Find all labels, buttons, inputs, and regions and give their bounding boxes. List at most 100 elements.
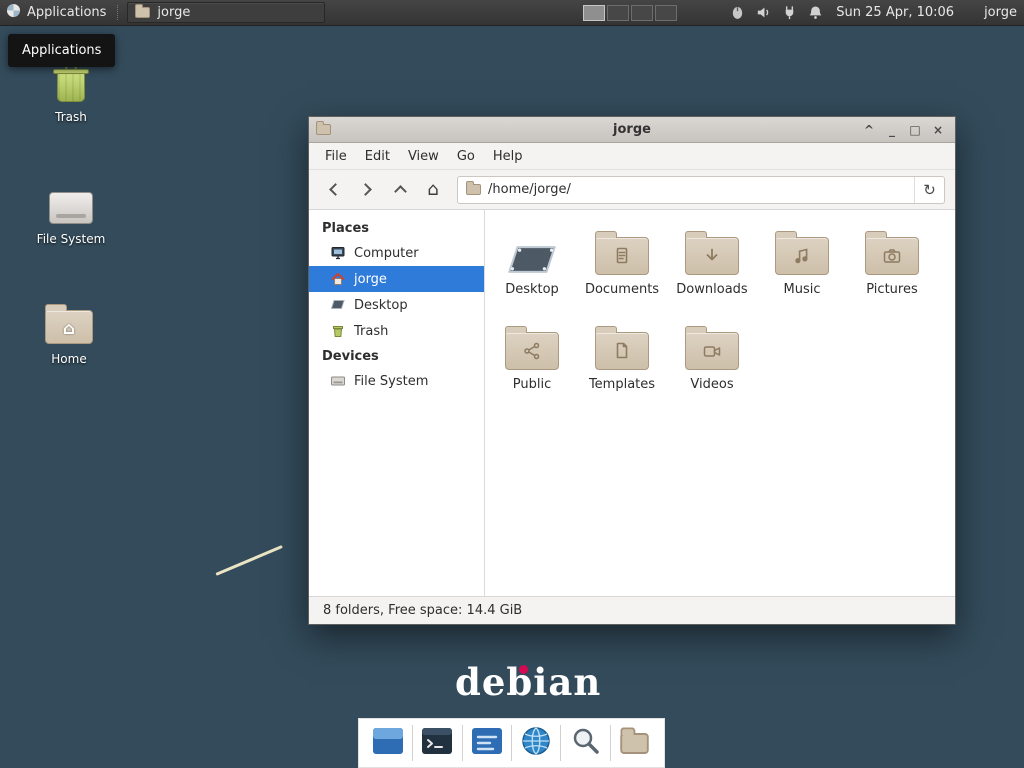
up-button[interactable] <box>385 176 415 204</box>
folder-item-videos[interactable]: Videos <box>667 315 757 410</box>
folder-item-music[interactable]: Music <box>757 220 847 315</box>
top-panel: Applications jorge <box>0 0 1024 26</box>
folder-label: Templates <box>589 377 655 392</box>
file-manager-window: jorge ^ _ □ × File Edit View Go Help ⌂ ↻ <box>308 116 956 625</box>
sidebar-item-jorge[interactable]: jorge <box>309 266 484 292</box>
dock-separator <box>412 725 413 761</box>
dock-item-terminal[interactable] <box>416 722 458 764</box>
folder-item-downloads[interactable]: Downloads <box>667 220 757 315</box>
desktop-icon-label: File System <box>28 232 114 246</box>
folder-label: Downloads <box>676 282 747 297</box>
sidebar-item-computer[interactable]: Computer <box>309 240 484 266</box>
hard-drive-icon <box>28 172 114 224</box>
dock-item-app-finder[interactable] <box>565 722 607 764</box>
sidebar-item-trash[interactable]: Trash <box>309 318 484 344</box>
places-header: Places <box>309 216 484 240</box>
desktop-icon-label: Home <box>26 352 112 366</box>
folder-icon <box>621 733 650 754</box>
maximize-button[interactable]: □ <box>905 121 925 139</box>
sidebar-item-desktop[interactable]: Desktop <box>309 292 484 318</box>
minimize-button[interactable]: _ <box>882 121 902 139</box>
workspace-switcher[interactable] <box>583 5 677 21</box>
desktop-icon-home[interactable]: ⌂ Home <box>26 292 112 366</box>
computer-icon <box>330 245 346 261</box>
debian-swirl-dot <box>519 665 528 674</box>
trash-icon <box>330 323 346 339</box>
hard-drive-icon <box>330 373 346 389</box>
cursor-trail <box>215 545 282 576</box>
folder-item-pictures[interactable]: Pictures <box>847 220 937 315</box>
folder-item-desktop[interactable]: Desktop <box>487 220 577 315</box>
public-folder-icon <box>505 332 559 370</box>
sidebar-item-file-system[interactable]: File System <box>309 368 484 394</box>
toolbar: ⌂ ↻ <box>309 170 955 210</box>
folder-label: Pictures <box>866 282 917 297</box>
sidebar-item-label: Desktop <box>354 298 408 313</box>
clock[interactable]: Sun 25 Apr, 10:06 <box>836 5 954 20</box>
close-button[interactable]: × <box>928 121 948 139</box>
applications-menu-button[interactable]: Applications <box>0 0 115 25</box>
workspace-4[interactable] <box>655 5 677 21</box>
workspace-1[interactable] <box>583 5 605 21</box>
forward-button[interactable] <box>352 176 382 204</box>
window-titlebar[interactable]: jorge ^ _ □ × <box>309 117 955 143</box>
panel-grip[interactable] <box>117 5 122 20</box>
folder-label: Documents <box>585 282 659 297</box>
sidebar-item-label: jorge <box>354 272 387 287</box>
applications-icon <box>6 3 21 22</box>
panel-right: Sun 25 Apr, 10:06 jorge <box>583 4 1024 21</box>
folder-label: Public <box>513 377 551 392</box>
menu-help[interactable]: Help <box>484 145 532 168</box>
taskbar-window-label: jorge <box>157 5 190 20</box>
notifications-bell-icon[interactable] <box>807 4 824 21</box>
user-menu[interactable]: jorge <box>984 5 1019 20</box>
desktop-icon-file-system[interactable]: File System <box>28 172 114 246</box>
dock-item-folder[interactable] <box>614 722 656 764</box>
dock-separator <box>610 725 611 761</box>
taskbar-window-button[interactable]: jorge <box>127 2 325 23</box>
folder-item-public[interactable]: Public <box>487 315 577 410</box>
dock-item-file-manager[interactable] <box>367 722 409 764</box>
menu-file[interactable]: File <box>316 145 356 168</box>
dock-separator <box>511 725 512 761</box>
dock-item-web-browser[interactable] <box>515 722 557 764</box>
file-manager-icon <box>370 723 406 763</box>
volume-icon[interactable] <box>755 4 772 21</box>
dock-item-cli-settings[interactable] <box>466 722 508 764</box>
music-folder-icon <box>775 237 829 275</box>
videos-folder-icon <box>685 332 739 370</box>
status-text: 8 folders, Free space: 14.4 GiB <box>323 603 522 618</box>
debian-logo: debian <box>455 660 601 704</box>
folder-item-templates[interactable]: Templates <box>577 315 667 410</box>
web-browser-icon <box>518 723 554 763</box>
applications-tooltip: Applications <box>8 34 115 67</box>
workspace-3[interactable] <box>631 5 653 21</box>
menu-go[interactable]: Go <box>448 145 484 168</box>
desktop-icon-label: Trash <box>28 110 114 124</box>
shade-button[interactable]: ^ <box>859 121 879 139</box>
folder-item-documents[interactable]: Documents <box>577 220 667 315</box>
power-plug-icon[interactable] <box>781 4 798 21</box>
menu-edit[interactable]: Edit <box>356 145 399 168</box>
applications-label: Applications <box>27 5 106 20</box>
templates-folder-icon <box>595 332 649 370</box>
downloads-folder-icon <box>685 237 739 275</box>
folder-icon <box>466 184 481 195</box>
location-input[interactable] <box>488 182 914 197</box>
dock-separator <box>560 725 561 761</box>
chevron-right-icon <box>359 183 372 196</box>
folder-label: Desktop <box>505 282 559 297</box>
debian-wordmark: debian <box>455 660 601 704</box>
location-bar[interactable]: ↻ <box>457 176 945 204</box>
menu-view[interactable]: View <box>399 145 448 168</box>
desktop: Applications jorge <box>0 0 1024 768</box>
desktop-icon <box>330 297 346 313</box>
documents-folder-icon <box>595 237 649 275</box>
home-button[interactable]: ⌂ <box>418 176 448 204</box>
mouse-icon[interactable] <box>729 4 746 21</box>
pictures-folder-icon <box>865 237 919 275</box>
reload-button[interactable]: ↻ <box>914 177 944 203</box>
workspace-2[interactable] <box>607 5 629 21</box>
back-button[interactable] <box>319 176 349 204</box>
sidebar-item-label: Trash <box>354 324 388 339</box>
